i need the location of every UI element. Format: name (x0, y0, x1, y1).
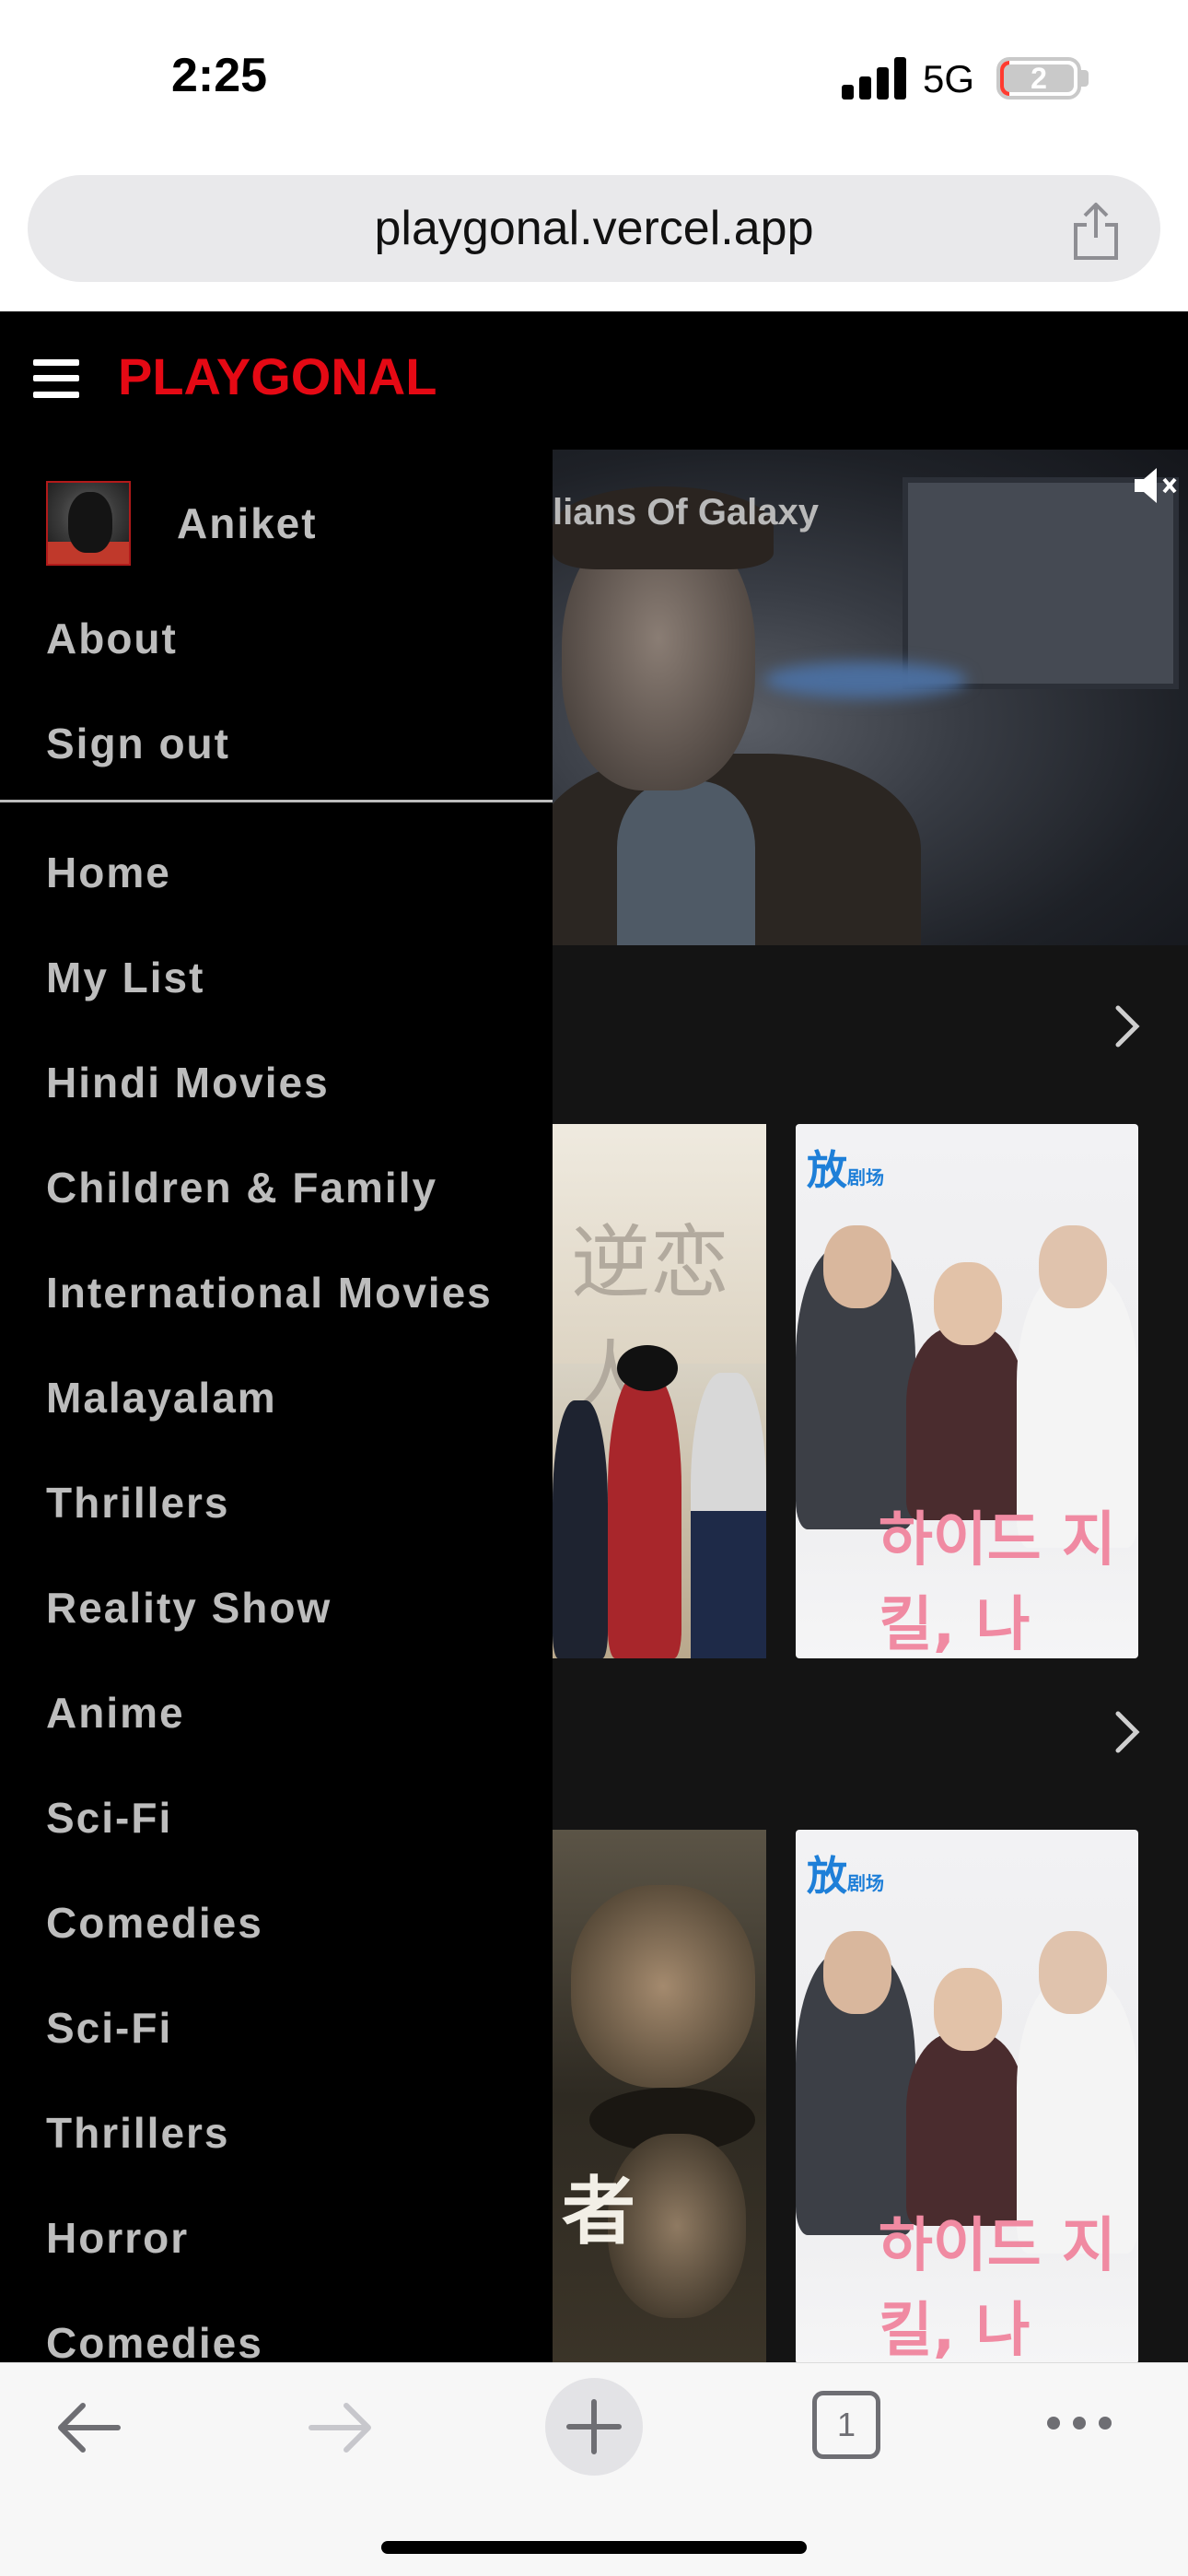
poster-overlay-text: 者 (562, 2168, 635, 2254)
row-1-poster-2[interactable]: 放剧场 하이드 지킬, 나 (796, 1124, 1138, 1658)
battery-icon: 2 (996, 57, 1081, 100)
address-bar[interactable]: playgonal.vercel.app (28, 175, 1160, 282)
status-time: 2:25 (171, 49, 268, 102)
drawer-item-reality-show[interactable]: Reality Show (46, 1583, 332, 1633)
drawer-item-home[interactable]: Home (46, 848, 171, 897)
tab-count: 1 (836, 2406, 856, 2443)
drawer-item-sign-out[interactable]: Sign out (46, 719, 230, 768)
row-1-poster-1[interactable]: 逆恋人 (553, 1124, 766, 1658)
share-icon[interactable] (1068, 201, 1124, 262)
network-type: 5G (923, 57, 975, 100)
avatar (46, 481, 131, 566)
profile-name: Aniket (177, 499, 318, 547)
drawer-item-thrillers[interactable]: Thrillers (46, 1478, 230, 1528)
app-header: PLAYGONAL (0, 311, 1188, 450)
drawer-item-comedies[interactable]: Comedies (46, 1898, 263, 1948)
drawer-item-malayalam[interactable]: Malayalam (46, 1373, 277, 1423)
drawer-item-comedies-2[interactable]: Comedies (46, 2318, 263, 2362)
drawer-item-children-family[interactable]: Children & Family (46, 1163, 437, 1212)
drawer-item-my-list[interactable]: My List (46, 953, 204, 1002)
drawer-item-anime[interactable]: Anime (46, 1688, 185, 1738)
new-tab-button[interactable] (545, 2378, 643, 2476)
drawer-item-about[interactable]: About (46, 614, 178, 663)
poster-overlay-text: 하이드 지킬, 나 (879, 1506, 1116, 1658)
hero-background-window (903, 477, 1179, 689)
poster-overlay-text: 하이드 지킬, 나 (879, 2212, 1116, 2362)
speaker-muted-icon[interactable] (1131, 464, 1181, 507)
hero-figure-shirt (617, 781, 755, 945)
poster-brand: 放剧场 (807, 1148, 884, 1193)
hero-title: lians Of Galaxy (553, 492, 820, 533)
status-bar: 2:25 5G 2 (0, 0, 1188, 157)
tabs-icon[interactable]: 1 (812, 2391, 880, 2459)
row-2-poster-1[interactable]: 者 (553, 1830, 766, 2362)
drawer-item-sci-fi[interactable]: Sci-Fi (46, 1793, 172, 1843)
battery-tip (1081, 70, 1089, 87)
app-viewport: PLAYGONAL lians Of Galaxy 逆恋人 放剧场 하이드 지킬… (0, 311, 1188, 2362)
plus-icon (566, 2399, 622, 2454)
drawer-item-thrillers-2[interactable]: Thrillers (46, 2108, 230, 2158)
drawer-divider (0, 800, 553, 802)
arrow-left-icon[interactable] (52, 2395, 125, 2461)
side-drawer: Aniket About Sign out Home My List Hindi… (0, 450, 553, 2362)
cellular-signal-icon (842, 57, 908, 100)
more-dots-icon[interactable] (1042, 2409, 1116, 2437)
hamburger-icon[interactable] (33, 359, 79, 398)
drawer-item-hindi-movies[interactable]: Hindi Movies (46, 1058, 330, 1107)
profile[interactable]: Aniket (46, 481, 543, 566)
battery-level: 2 (1004, 64, 1074, 93)
url-text[interactable]: playgonal.vercel.app (28, 175, 1160, 282)
drawer-item-sci-fi-2[interactable]: Sci-Fi (46, 2003, 172, 2053)
arrow-right-icon[interactable] (304, 2395, 378, 2461)
row-2-poster-2[interactable]: 放剧场 하이드 지킬, 나 (796, 1830, 1138, 2362)
home-indicator (381, 2541, 807, 2554)
drawer-item-international-movies[interactable]: International Movies (46, 1268, 493, 1317)
poster-brand: 放剧场 (807, 1854, 884, 1899)
app-logo[interactable]: PLAYGONAL (118, 346, 437, 406)
row-1-chevron-right-icon[interactable] (1109, 999, 1146, 1054)
drawer-item-horror[interactable]: Horror (46, 2213, 189, 2263)
row-2-chevron-right-icon[interactable] (1109, 1704, 1146, 1760)
hero-background-light (764, 662, 967, 698)
